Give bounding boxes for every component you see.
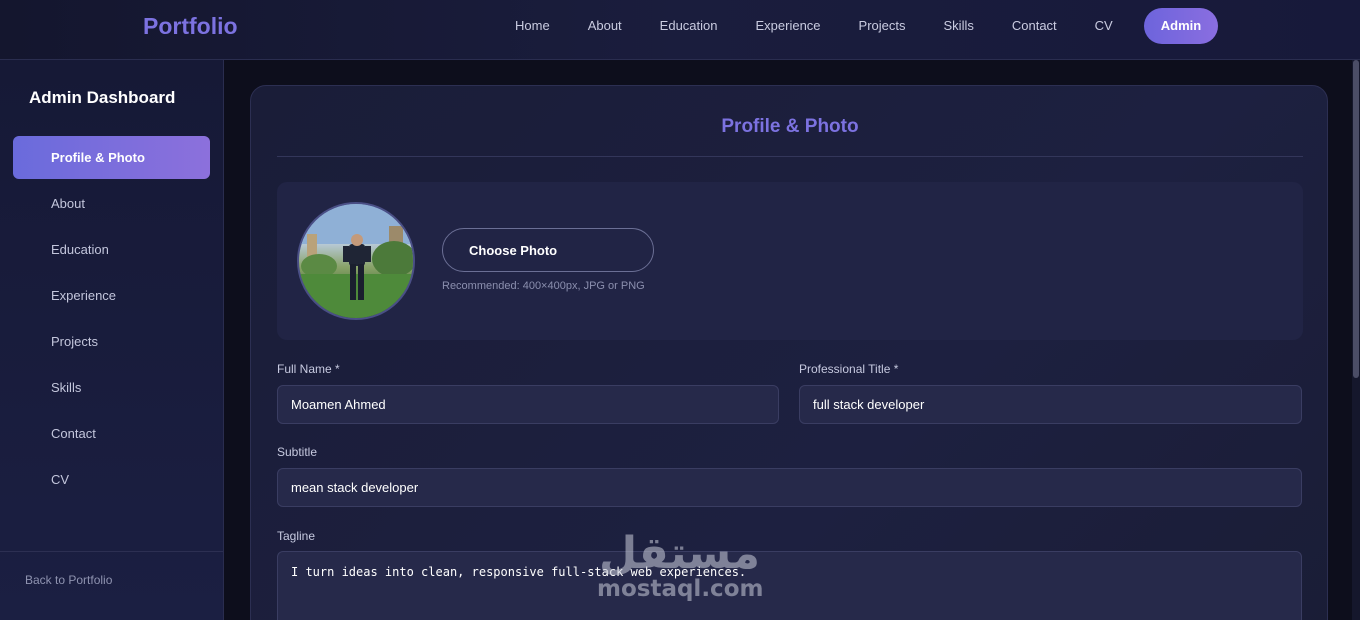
- nav-experience[interactable]: Experience: [737, 8, 840, 44]
- page-scrollbar[interactable]: [1352, 60, 1360, 620]
- tagline-label: Tagline: [277, 529, 316, 543]
- sidebar-item-experience[interactable]: Experience: [13, 274, 210, 317]
- photo-section: Choose Photo Recommended: 400×400px, JPG…: [277, 182, 1303, 340]
- scrollbar-thumb[interactable]: [1353, 60, 1359, 378]
- back-to-portfolio-link[interactable]: Back to Portfolio: [25, 573, 112, 587]
- sidebar-title: Admin Dashboard: [29, 88, 176, 107]
- nav-home[interactable]: Home: [496, 8, 569, 44]
- nav-education[interactable]: Education: [641, 8, 737, 44]
- sidebar-item-education[interactable]: Education: [13, 228, 210, 271]
- nav-cv[interactable]: CV: [1076, 8, 1132, 44]
- sidebar-item-cv[interactable]: CV: [13, 458, 210, 501]
- sidebar-divider: [0, 551, 223, 552]
- nav-contact[interactable]: Contact: [993, 8, 1076, 44]
- sidebar-item-contact[interactable]: Contact: [13, 412, 210, 455]
- professional-title-label: Professional Title *: [799, 362, 899, 376]
- nav-admin-button[interactable]: Admin: [1143, 8, 1219, 44]
- profile-card: Profile & Photo Choose Photo Recommended…: [250, 85, 1328, 620]
- person-photo-icon: [299, 204, 413, 318]
- subtitle-label: Subtitle: [277, 445, 318, 459]
- photo-hint: Recommended: 400×400px, JPG or PNG: [442, 280, 645, 292]
- brand-logo[interactable]: Portfolio: [143, 13, 238, 40]
- full-name-label: Full Name *: [277, 362, 340, 376]
- subtitle-input[interactable]: [277, 468, 1302, 507]
- top-navbar: Portfolio Home About Education Experienc…: [0, 0, 1360, 60]
- card-title: Profile & Photo: [721, 116, 859, 137]
- sidebar-item-profile-photo[interactable]: Profile & Photo: [13, 136, 210, 179]
- card-divider: [277, 156, 1303, 157]
- sidebar-item-about[interactable]: About: [13, 182, 210, 225]
- sidebar-item-skills[interactable]: Skills: [13, 366, 210, 409]
- nav-skills[interactable]: Skills: [925, 8, 993, 44]
- sidebar-item-projects[interactable]: Projects: [13, 320, 210, 363]
- choose-photo-button[interactable]: Choose Photo: [442, 228, 654, 272]
- nav-links: Home About Education Experience Projects…: [496, 8, 1219, 44]
- profile-photo-avatar: [297, 202, 415, 320]
- main-content: Profile & Photo Choose Photo Recommended…: [224, 60, 1360, 620]
- full-name-input[interactable]: [277, 385, 779, 424]
- tagline-textarea[interactable]: I turn ideas into clean, responsive full…: [277, 551, 1302, 620]
- nav-projects[interactable]: Projects: [840, 8, 925, 44]
- professional-title-input[interactable]: [799, 385, 1302, 424]
- admin-sidebar: Admin Dashboard Profile & Photo About Ed…: [0, 60, 224, 620]
- nav-about[interactable]: About: [569, 8, 641, 44]
